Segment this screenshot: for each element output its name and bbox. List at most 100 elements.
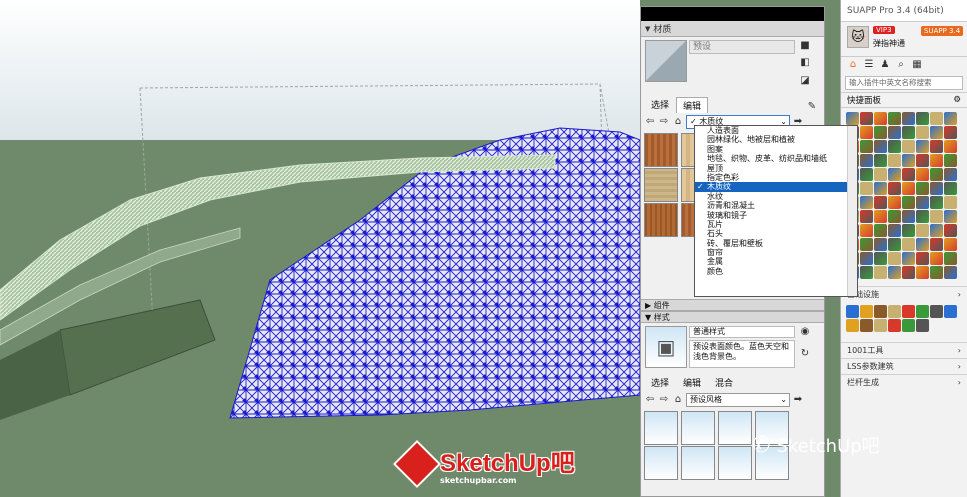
dropdown-option[interactable]: 屋顶 (695, 164, 857, 173)
dropdown-scrollbar[interactable] (847, 126, 857, 296)
plugin-tool-icon[interactable] (901, 167, 915, 181)
plugin-tool-icon[interactable] (915, 125, 929, 139)
plugin-tool-icon[interactable] (873, 125, 887, 139)
dropdown-option[interactable]: 玻璃和镜子 (695, 211, 857, 220)
material-name-field[interactable]: 预设 (689, 40, 795, 54)
plugin-tool-icon[interactable] (859, 304, 873, 318)
style-swatch[interactable] (718, 446, 752, 480)
collapse-icon[interactable]: ▼ (645, 313, 651, 322)
style-library-select[interactable]: 预设风格 ⌄ (686, 393, 790, 407)
plugin-tool-icon[interactable] (915, 139, 929, 153)
user-icon[interactable]: ♟ (879, 59, 891, 71)
plugin-tool-icon[interactable] (943, 139, 957, 153)
plugin-tool-icon[interactable] (943, 209, 957, 223)
default-material-icon[interactable]: ◪ (799, 75, 811, 87)
plugin-tool-icon[interactable] (929, 304, 943, 318)
dropdown-option[interactable]: 园林绿化、地被层和植被 (695, 135, 857, 144)
plugin-tool-icon[interactable] (887, 209, 901, 223)
plugin-tool-icon[interactable] (901, 111, 915, 125)
plugin-tool-icon[interactable] (873, 318, 887, 332)
create-material-icon[interactable]: ◧ (799, 57, 811, 69)
plugin-tool-icon[interactable] (887, 153, 901, 167)
style-swatch[interactable] (681, 446, 715, 480)
suapp-section[interactable]: LSS参数建筑 › (841, 358, 967, 374)
plugin-tool-icon[interactable] (887, 251, 901, 265)
home-icon[interactable]: ⌂ (847, 59, 859, 71)
plugin-tool-icon[interactable] (873, 111, 887, 125)
plugin-tool-icon[interactable] (929, 181, 943, 195)
plugin-tool-icon[interactable] (859, 153, 873, 167)
plugin-tool-icon[interactable] (873, 223, 887, 237)
style-swatch[interactable] (644, 411, 678, 445)
plugin-tool-icon[interactable] (859, 125, 873, 139)
plugin-tool-icon[interactable] (887, 223, 901, 237)
plugin-tool-icon[interactable] (929, 223, 943, 237)
plugin-tool-icon[interactable] (915, 195, 929, 209)
grid-icon[interactable]: ▦ (911, 59, 923, 71)
swatch[interactable] (644, 168, 678, 202)
plugin-tool-icon[interactable] (943, 195, 957, 209)
details-arrow-icon[interactable]: ➡ (792, 394, 804, 406)
tab-edit[interactable]: 编辑 (676, 97, 709, 113)
plugin-tool-icon[interactable] (859, 111, 873, 125)
plugin-tool-icon[interactable] (901, 139, 915, 153)
style-update-icon[interactable]: ◉ (799, 326, 811, 338)
plugin-tool-icon[interactable] (859, 237, 873, 251)
gear-icon[interactable]: ⚙ (953, 95, 961, 105)
avatar[interactable]: 🐱 (847, 26, 869, 48)
plugin-tool-icon[interactable] (901, 304, 915, 318)
style-swatch[interactable] (681, 411, 715, 445)
plugin-tool-icon[interactable] (943, 153, 957, 167)
style-swatch[interactable] (718, 411, 752, 445)
plugin-tool-icon[interactable] (901, 209, 915, 223)
plugin-tool-icon[interactable] (915, 304, 929, 318)
dropdown-option[interactable]: 颜色 (695, 267, 857, 276)
list-icon[interactable]: ☰ (863, 59, 875, 71)
plugin-tool-icon[interactable] (943, 223, 957, 237)
collapse-icon[interactable]: ▼ (645, 25, 650, 33)
plugin-tool-icon[interactable] (887, 139, 901, 153)
back-icon[interactable]: ⇦ (644, 394, 656, 406)
dropdown-option[interactable]: 石头 (695, 229, 857, 238)
plugin-tool-icon[interactable] (915, 251, 929, 265)
expand-icon[interactable]: ▶ (645, 301, 651, 310)
plugin-tool-icon[interactable] (887, 265, 901, 279)
plugin-tool-icon[interactable] (943, 111, 957, 125)
style-description[interactable]: 预设表面颜色。蓝色天空和浅色背景色。 (689, 340, 795, 368)
plugin-tool-icon[interactable] (901, 125, 915, 139)
dropdown-option[interactable]: 砖、覆层和壁板 (695, 239, 857, 248)
forward-icon[interactable]: ⇨ (658, 394, 670, 406)
plugin-tool-icon[interactable] (873, 237, 887, 251)
materials-titlebar[interactable]: ▼ 材质 (641, 21, 824, 37)
plugin-tool-icon[interactable] (873, 195, 887, 209)
eyedropper-icon[interactable]: ✎ (806, 101, 818, 113)
plugin-tool-icon[interactable] (873, 181, 887, 195)
plugin-tool-icon[interactable] (859, 251, 873, 265)
plugin-tool-icon[interactable] (887, 195, 901, 209)
plugin-tool-icon[interactable] (915, 223, 929, 237)
plugin-tool-icon[interactable] (929, 153, 943, 167)
back-icon[interactable]: ⇦ (644, 116, 656, 128)
plugin-tool-icon[interactable] (845, 111, 859, 125)
plugin-tool-icon[interactable] (873, 139, 887, 153)
components-section[interactable]: ▶ 组件 (641, 299, 824, 311)
plugin-tool-icon[interactable] (943, 181, 957, 195)
search-icon[interactable]: ⌕ (895, 59, 907, 71)
plugin-tool-icon[interactable] (929, 265, 943, 279)
plugin-tool-icon[interactable] (859, 209, 873, 223)
suapp-section[interactable]: 栏杆生成 › (841, 374, 967, 390)
plugin-tool-icon[interactable] (901, 265, 915, 279)
plugin-tool-icon[interactable] (915, 111, 929, 125)
dropdown-option[interactable]: 人造表面 (695, 126, 857, 135)
tab-style-mix[interactable]: 混合 (708, 374, 740, 391)
plugin-tool-icon[interactable] (915, 153, 929, 167)
plugin-tool-icon[interactable] (943, 251, 957, 265)
style-swatch[interactable] (644, 446, 678, 480)
plugin-tool-icon[interactable] (873, 153, 887, 167)
plugin-tool-icon[interactable] (887, 318, 901, 332)
suapp-section[interactable]: 基础设施 › (841, 286, 967, 302)
library-dropdown-list[interactable]: 人造表面 园林绿化、地被层和植被 图案 地毯、织物、皮革、纺织品和墙纸 屋顶 指定色彩 ✓ 木… (694, 125, 858, 297)
styles-section[interactable]: ▼ 样式 (641, 311, 824, 323)
tab-style-edit[interactable]: 编辑 (676, 374, 708, 391)
plugin-tool-icon[interactable] (943, 125, 957, 139)
